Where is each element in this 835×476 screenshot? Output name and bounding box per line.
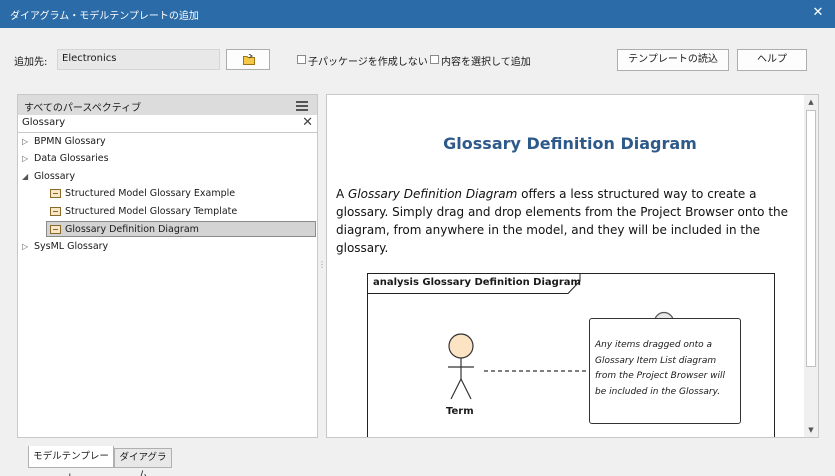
tree-item-glossary-definition[interactable]: Glossary Definition Diagram	[46, 221, 316, 237]
destination-field[interactable]: Electronics	[57, 49, 220, 70]
clear-search-icon[interactable]: ✕	[302, 115, 313, 130]
panel-splitter[interactable]: ⋮	[318, 260, 326, 269]
load-template-button[interactable]: テンプレートの読込	[617, 49, 729, 71]
help-button[interactable]: ヘルプ	[737, 49, 807, 71]
browse-folder-button[interactable]	[226, 49, 270, 70]
tab-model-templates[interactable]: モデルテンプレート	[28, 446, 114, 476]
scroll-down-icon[interactable]: ▼	[804, 423, 818, 437]
scroll-thumb[interactable]	[806, 110, 816, 367]
tree-item-data-glossaries[interactable]: ▷ Data Glossaries	[22, 151, 109, 167]
folder-icon	[243, 54, 255, 65]
title-bar: ダイアグラム・モデルテンプレートの追加 ✕	[0, 0, 835, 28]
window-title: ダイアグラム・モデルテンプレートの追加	[10, 11, 199, 22]
close-icon[interactable]: ✕	[807, 3, 829, 23]
diagram-icon	[50, 189, 61, 198]
diagram-icon	[50, 207, 61, 216]
vertical-scrollbar[interactable]: ▲ ▼	[804, 95, 818, 437]
diagram-icon	[50, 225, 61, 234]
tree-item-structured-example[interactable]: Structured Model Glossary Example	[50, 186, 235, 202]
scroll-up-icon[interactable]: ▲	[804, 95, 818, 109]
tree-item-structured-template[interactable]: Structured Model Glossary Template	[50, 204, 237, 220]
preview-title: Glossary Definition Diagram	[443, 134, 697, 153]
preview-description: A Glossary Definition Diagram offers a l…	[336, 187, 789, 255]
perspective-header[interactable]: すべてのパースペクティブ	[18, 95, 317, 115]
menu-icon[interactable]	[296, 101, 308, 113]
expand-arrow-icon[interactable]: ▷	[22, 239, 34, 255]
search-value: Glossary	[22, 117, 66, 128]
expand-arrow-icon[interactable]: ▷	[22, 151, 34, 167]
actor-label: Term	[446, 406, 474, 417]
template-tree-panel: すべてのパースペクティブ Glossary ✕ ▷ BPMN Glossary ▷…	[17, 94, 318, 438]
actor-icon	[448, 333, 474, 400]
perspective-label: すべてのパースペクティブ	[24, 103, 142, 114]
destination-label: 追加先:	[14, 57, 48, 68]
search-field[interactable]: Glossary ✕	[18, 115, 317, 133]
select-content-checkbox[interactable]	[430, 55, 439, 64]
expand-arrow-icon[interactable]: ▷	[22, 134, 34, 150]
note-element: Any items dragged onto a Glossary Item L…	[589, 318, 741, 424]
no-subpackage-checkbox[interactable]	[297, 55, 306, 64]
tree-item-glossary[interactable]: ◢ Glossary	[22, 169, 75, 185]
diagram-preview: analysis Glossary Definition Diagram Any…	[367, 273, 775, 437]
tree-item-sysml-glossary[interactable]: ▷ SysML Glossary	[22, 239, 108, 255]
note-text: Any items dragged onto a Glossary Item L…	[595, 340, 726, 397]
collapse-arrow-icon[interactable]: ◢	[22, 169, 34, 185]
no-subpackage-label: 子パッケージを作成しない	[308, 57, 428, 68]
tree-item-bpmn-glossary[interactable]: ▷ BPMN Glossary	[22, 134, 106, 150]
preview-panel: Glossary Definition Diagram A Glossary D…	[326, 94, 819, 438]
tab-diagrams[interactable]: ダイアグラム	[114, 448, 172, 476]
select-content-label: 内容を選択して追加	[441, 57, 531, 68]
